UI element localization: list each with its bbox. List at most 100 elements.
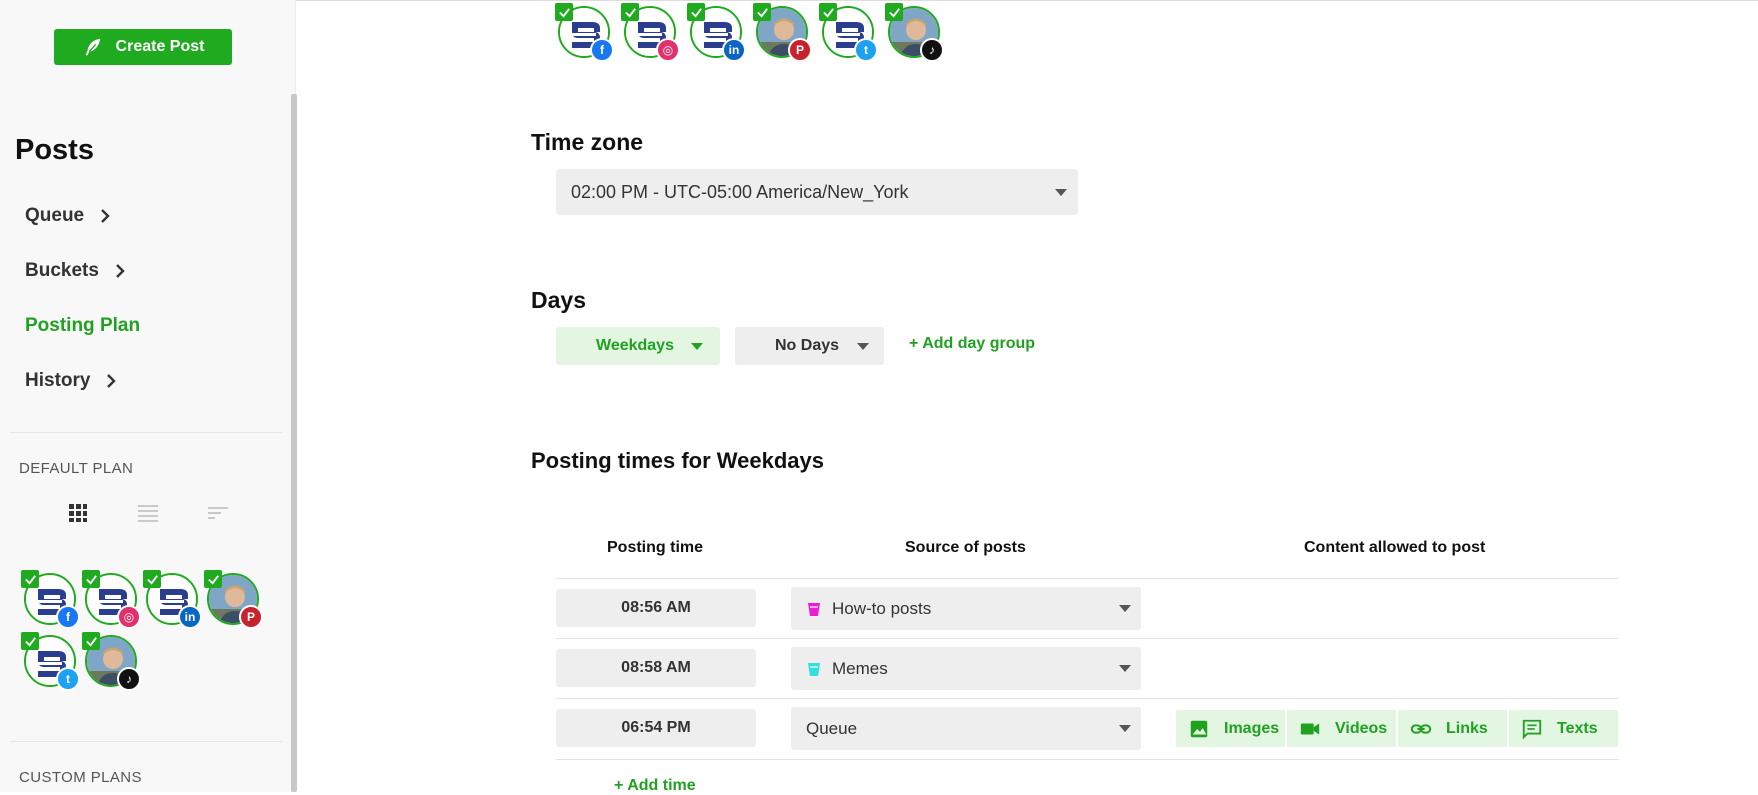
checkmark-icon [204, 570, 222, 588]
tiktok-icon: ♪ [117, 667, 141, 691]
caret-down-icon [691, 343, 703, 350]
account-avatar-linkedin[interactable]: in [687, 3, 746, 62]
linkedin-icon: in [178, 605, 202, 629]
twitter-icon: t [56, 667, 80, 691]
list-view-icon[interactable] [136, 501, 160, 525]
bucket-icon [808, 662, 820, 676]
checkmark-icon [621, 3, 639, 21]
account-avatar-facebook[interactable]: f [21, 570, 80, 629]
sidebar-divider [10, 432, 282, 433]
instagram-icon: ◎ [656, 38, 680, 62]
account-avatar-instagram[interactable]: ◎ [82, 570, 141, 629]
account-avatar-twitter[interactable]: t [21, 632, 80, 691]
account-avatar-tiktok[interactable]: ♪ [885, 3, 944, 62]
caret-down-icon [1119, 665, 1131, 672]
source-select[interactable]: Queue [791, 707, 1141, 750]
account-avatar-instagram[interactable]: ◎ [621, 3, 680, 62]
grid-view-icon[interactable] [66, 501, 90, 525]
image-icon [1190, 720, 1208, 737]
content-type-label: Links [1446, 719, 1488, 737]
sidebar-scrollbar[interactable] [291, 94, 297, 792]
content-type-videos[interactable]: Videos [1287, 710, 1396, 747]
source-value: How-to posts [832, 598, 932, 618]
day-group-no-days[interactable]: No Days [735, 327, 884, 365]
account-avatar-pinterest[interactable]: P [204, 570, 263, 629]
content-type-label: Videos [1335, 719, 1388, 737]
column-header-source: Source of posts [905, 539, 1026, 556]
pinterest-icon: P [788, 38, 812, 62]
posting-times-heading: Posting times for Weekdays [531, 448, 825, 473]
sidebar-item-label: Buckets [25, 260, 99, 281]
checkmark-icon [885, 3, 903, 21]
create-post-label: Create Post [115, 38, 205, 55]
sidebar-title: Posts [15, 134, 94, 166]
day-group-weekdays[interactable]: Weekdays [556, 327, 720, 365]
timezone-heading: Time zone [531, 129, 644, 155]
timezone-value: 02:00 PM - UTC-05:00 America/New_York [571, 181, 909, 202]
content-type-texts[interactable]: Texts [1509, 710, 1618, 747]
account-avatar-linkedin[interactable]: in [143, 570, 202, 629]
tiktok-icon: ♪ [920, 38, 944, 62]
checkmark-icon [21, 632, 39, 650]
checkmark-icon [555, 3, 573, 21]
sidebar: Create Post Posts Queue Buckets Posting … [0, 0, 297, 792]
instagram-icon: ◎ [117, 605, 141, 629]
source-value: Queue [806, 718, 858, 738]
checkmark-icon [753, 3, 771, 21]
sidebar-item-label: Posting Plan [25, 315, 141, 336]
checkmark-icon [819, 3, 837, 21]
checkmark-icon [143, 570, 161, 588]
custom-plans-label: CUSTOM PLANS [19, 769, 142, 786]
sidebar-item-label: Queue [25, 205, 85, 226]
day-group-label: Weekdays [596, 337, 674, 354]
feather-icon [85, 38, 100, 56]
link-icon [1410, 723, 1432, 734]
source-value: Memes [832, 658, 888, 678]
source-select[interactable]: Memes [791, 647, 1141, 690]
bucket-icon [808, 602, 820, 616]
pinterest-icon: P [239, 605, 263, 629]
sidebar-item-posting-plan[interactable]: Posting Plan [25, 315, 140, 337]
days-heading: Days [531, 287, 586, 313]
default-plan-label: DEFAULT PLAN [19, 460, 134, 477]
day-group-label: No Days [775, 337, 840, 354]
account-avatar-tiktok[interactable]: ♪ [82, 632, 141, 691]
sidebar-item-history[interactable]: History [25, 370, 118, 392]
chevron-right-icon [116, 264, 125, 278]
main-top-border [296, 0, 1758, 1]
posting-time-box[interactable]: 06:54 PM [556, 709, 756, 747]
row-divider [556, 578, 1619, 579]
column-header-posting-time: Posting time [607, 539, 704, 556]
timezone-select[interactable]: 02:00 PM - UTC-05:00 America/New_York [556, 169, 1078, 215]
sidebar-divider [10, 741, 282, 742]
caret-down-icon [857, 343, 869, 350]
caret-down-icon [1055, 189, 1067, 196]
chevron-right-icon [101, 209, 110, 223]
text-comment-icon [1522, 719, 1542, 739]
content-type-images[interactable]: Images [1176, 710, 1285, 747]
content-type-links[interactable]: Links [1398, 710, 1507, 747]
video-camera-icon [1300, 723, 1320, 734]
account-avatar-pinterest[interactable]: P [753, 3, 812, 62]
posting-time-box[interactable]: 08:56 AM [556, 589, 756, 627]
sidebar-item-label: History [25, 370, 91, 391]
compact-list-icon[interactable] [206, 501, 230, 525]
facebook-icon: f [590, 38, 614, 62]
posting-time-box[interactable]: 08:58 AM [556, 649, 756, 687]
facebook-icon: f [56, 605, 80, 629]
create-post-button[interactable]: Create Post [54, 29, 232, 65]
add-time-link[interactable]: + Add time [614, 777, 696, 795]
add-day-group-link[interactable]: + Add day group [909, 335, 1035, 353]
content-type-label: Images [1224, 719, 1280, 737]
caret-down-icon [1119, 725, 1131, 732]
checkmark-icon [21, 570, 39, 588]
account-avatar-facebook[interactable]: f [555, 3, 614, 62]
source-select[interactable]: How-to posts [791, 587, 1141, 630]
sidebar-item-buckets[interactable]: Buckets [25, 260, 127, 282]
caret-down-icon [1119, 605, 1131, 612]
twitter-icon: t [854, 38, 878, 62]
row-divider [556, 759, 1619, 760]
sidebar-item-queue[interactable]: Queue [25, 205, 112, 227]
account-avatar-twitter[interactable]: t [819, 3, 878, 62]
checkmark-icon [82, 570, 100, 588]
